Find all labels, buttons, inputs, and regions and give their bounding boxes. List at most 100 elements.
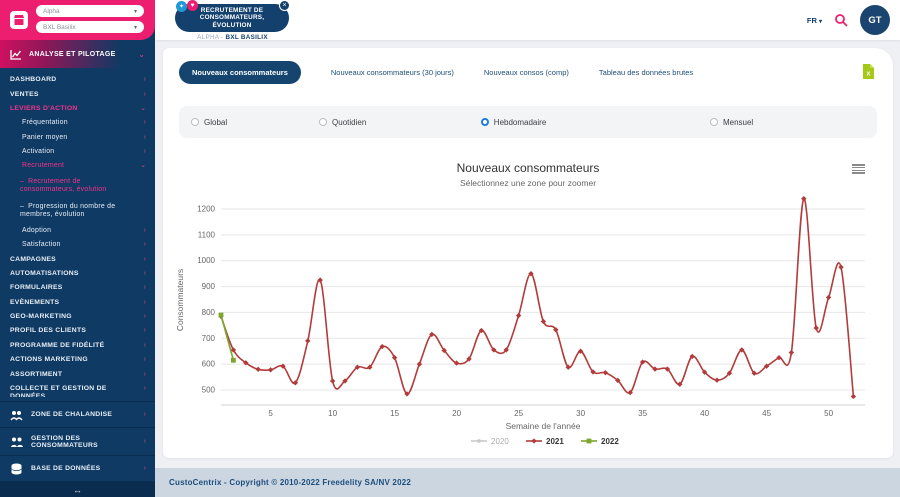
sidebar-item-progression-du-nombre-de-membres-volution[interactable]: –Progression du nombre de membres, évolu… [0, 199, 155, 224]
sidebar-item-geo-marketing[interactable]: GEO-MARKETING› [0, 310, 155, 324]
svg-text:500: 500 [202, 386, 216, 395]
chevron-right-icon: › [144, 270, 146, 278]
svg-text:45: 45 [762, 409, 771, 418]
header-actions: FR ▾ GT [807, 0, 890, 40]
chevron-right-icon: › [144, 327, 146, 335]
legend-item-2021[interactable]: 2021 [526, 437, 564, 446]
sidebar-item-label: PROGRAMME DE FIDÉLITÉ [10, 342, 144, 350]
sidebar-item-profil-des-clients[interactable]: PROFIL DES CLIENTS› [0, 324, 155, 338]
radio-mensuel[interactable]: Mensuel [710, 118, 865, 127]
svg-text:800: 800 [202, 308, 216, 317]
sidebar-item-assortiment[interactable]: ASSORTIMENT› [0, 367, 155, 381]
chart-title: Nouveaux consommateurs [457, 161, 600, 175]
y-axis-label: Consommateurs [175, 269, 185, 331]
line-chart-icon [10, 49, 22, 60]
chevron-right-icon: › [144, 119, 146, 127]
page-title: RECRUTEMENT DE CONSOMMATEURS, ÉVOLUTION [189, 7, 275, 29]
sidebar-item-ventes[interactable]: VENTES› [0, 87, 155, 101]
user-avatar[interactable]: GT [860, 5, 890, 35]
sidebar-item-label: FORMULAIRES [10, 284, 144, 292]
excel-export-icon[interactable]: x [862, 63, 875, 80]
radio-quotidien[interactable]: Quotidien [319, 118, 481, 127]
chevron-right-icon: › [144, 465, 146, 472]
chevron-right-icon: › [144, 284, 146, 292]
sidebar-item-panier-moyen[interactable]: Panier moyen› [0, 131, 155, 145]
radio-circle-icon [710, 118, 718, 126]
chevron-down-icon: ⌄ [138, 50, 145, 59]
chevron-right-icon: › [144, 411, 146, 418]
copyright-text: CustoCentrix - Copyright © 2010-2022 Fre… [169, 478, 411, 487]
sidebar-item-label: ACTIONS MARKETING [10, 356, 144, 364]
sidebar-item-campagnes[interactable]: CAMPAGNES› [0, 252, 155, 266]
page-title-pill: RECRUTEMENT DE CONSOMMATEURS, ÉVOLUTION … [175, 4, 289, 32]
store-select[interactable]: Alpha ▾ [36, 5, 144, 17]
sidebar-item-leviers-d-action[interactable]: LEVIERS D'ACTION⌄ [0, 102, 155, 116]
sidebar-item-adoption[interactable]: Adoption› [0, 224, 155, 238]
sidebar-item-base-de-donn-es[interactable]: BASE DE DONNÉES› [0, 456, 155, 482]
chart-menu-icon[interactable] [852, 164, 865, 174]
sidebar-item-actions-marketing[interactable]: ACTIONS MARKETING› [0, 353, 155, 367]
language-selector[interactable]: FR ▾ [807, 16, 822, 25]
chevron-right-icon: › [144, 438, 146, 445]
svg-text:1000: 1000 [197, 256, 215, 265]
svg-text:10: 10 [328, 409, 337, 418]
sidebar-item-label: Satisfaction [22, 241, 144, 249]
legend-item-2020[interactable]: 2020 [471, 437, 509, 446]
svg-text:1200: 1200 [197, 205, 215, 214]
sidebar-item-label: PROFIL DES CLIENTS [10, 327, 144, 335]
tab-nouveaux-consommateurs-30-jours[interactable]: Nouveaux consommateurs (30 jours) [331, 68, 454, 77]
sidebar-item-recrutement-de-consommateurs-volution[interactable]: –Recrutement de consommateurs, évolution [0, 174, 155, 199]
chevron-right-icon: › [144, 227, 146, 235]
chevron-right-icon: › [144, 241, 146, 249]
svg-text:2021: 2021 [546, 437, 564, 446]
sidebar-item-programme-de-fid-lit[interactable]: PROGRAMME DE FIDÉLITÉ› [0, 339, 155, 353]
sidebar-item-label: Adoption [22, 227, 144, 235]
tab-nouveaux-consommateurs[interactable]: Nouveaux consommateurs [179, 61, 301, 84]
svg-text:600: 600 [202, 360, 216, 369]
sidebar-item-label: Activation [22, 148, 144, 156]
sidebar-item-label: GEO-MARKETING [10, 313, 144, 321]
sidebar-collapse-handle[interactable]: ↔ [0, 482, 155, 497]
sidebar-item-fr-quentation[interactable]: Fréquentation› [0, 116, 155, 130]
radio-global[interactable]: Global [191, 118, 319, 127]
chevron-down-icon: ⌄ [140, 105, 146, 113]
sidebar-item-automatisations[interactable]: AUTOMATISATIONS› [0, 267, 155, 281]
chart-svg[interactable]: Nouveaux consommateurs Sélectionnez une z… [171, 150, 885, 450]
chart[interactable]: Nouveaux consommateurs Sélectionnez une z… [171, 150, 885, 450]
close-icon[interactable]: × [279, 0, 290, 11]
chevron-right-icon: › [144, 76, 146, 84]
sidebar-item-activation[interactable]: Activation› [0, 145, 155, 159]
location-select[interactable]: BXL Basilix ▾ [36, 21, 144, 33]
search-icon[interactable] [834, 13, 848, 27]
legend-item-2022[interactable]: 2022 [581, 437, 619, 446]
chevron-down-icon: ⌄ [140, 162, 146, 170]
sidebar-item-satisfaction[interactable]: Satisfaction› [0, 238, 155, 252]
favorite-heart-icon[interactable]: ♥ [187, 0, 198, 11]
svg-text:2020: 2020 [491, 437, 509, 446]
top-header: RECRUTEMENT DE CONSOMMATEURS, ÉVOLUTION … [155, 0, 900, 40]
tab-tableau-des-donn-es-brutes[interactable]: Tableau des données brutes [599, 68, 693, 77]
sidebar-item-formulaires[interactable]: FORMULAIRES› [0, 281, 155, 295]
sidebar-item-label: GESTION DES CONSOMMATEURS [31, 435, 136, 449]
expand-icon: ↔ [73, 485, 82, 495]
chevron-right-icon: › [144, 313, 146, 321]
sidebar-item-ev-nements[interactable]: EVÈNEMENTS› [0, 296, 155, 310]
sidebar-item-recrutement[interactable]: Recrutement⌄ [0, 159, 155, 173]
footer: CustoCentrix - Copyright © 2010-2022 Fre… [155, 468, 900, 497]
chart-subtitle: Sélectionnez une zone pour zoomer [460, 178, 596, 188]
radio-hebdomadaire[interactable]: Hebdomadaire [481, 118, 710, 127]
sidebar-item-label: Recrutement [22, 162, 140, 170]
tab-nouveaux-consos-comp[interactable]: Nouveaux consos (comp) [484, 68, 569, 77]
breadcrumb: ALPHA - BXL BASILIX [155, 34, 310, 41]
x-axis-label: Semaine de l'année [506, 421, 581, 431]
sidebar-item-gestion-des-consommateurs[interactable]: GESTION DES CONSOMMATEURS › [0, 428, 155, 456]
sidebar-item-label: Fréquentation [22, 119, 144, 127]
sidebar-item-zone-de-chalandise[interactable]: ZONE DE CHALANDISE› [0, 402, 155, 428]
sidebar-item-analyse-et-pilotage[interactable]: ANALYSE ET PILOTAGE ⌄ [0, 40, 155, 68]
sidebar-item-label: AUTOMATISATIONS [10, 270, 144, 278]
sidebar-item-dashboard[interactable]: DASHBOARD› [0, 73, 155, 87]
series-2021-line [221, 199, 853, 397]
svg-text:35: 35 [638, 409, 647, 418]
chevron-down-icon: ▾ [819, 19, 822, 25]
sidebar-item-collecte-et-gestion-de-donn-es[interactable]: COLLECTE ET GESTION DE DONNÉES› [0, 382, 155, 397]
